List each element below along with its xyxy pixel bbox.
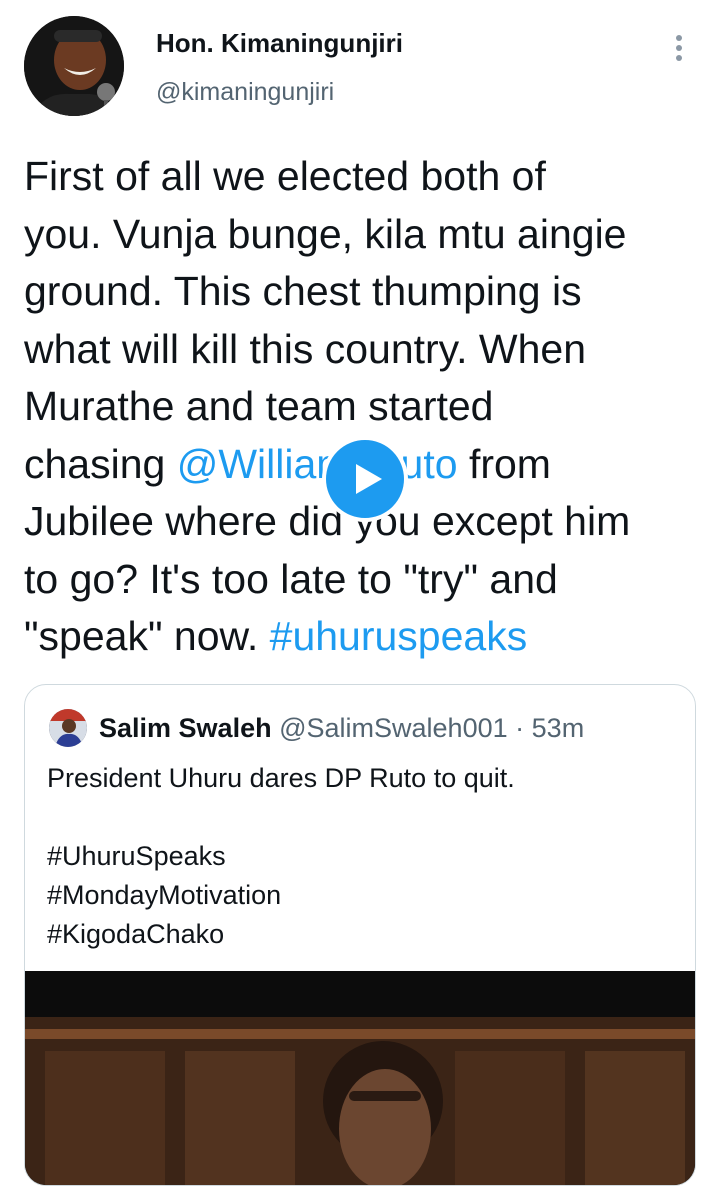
quoted-hashtag[interactable]: #MondayMotivation xyxy=(47,876,677,915)
quoted-line xyxy=(47,798,677,837)
mention-link[interactable]: @WilliamsRuto xyxy=(177,441,458,487)
tweet-line: "speak" now. #uhuruspeaks xyxy=(24,608,704,666)
video-thumbnail[interactable] xyxy=(25,971,695,1185)
tweet-text-segment: "speak" now. xyxy=(24,613,270,659)
tweet-text-segment: from xyxy=(457,440,551,487)
tweet-line: ground. This chest thumping is xyxy=(24,268,582,314)
quoted-tweet[interactable]: Salim Swaleh @SalimSwaleh001 · 53m Presi… xyxy=(24,684,696,1186)
tweet-line: Murathe and team started xyxy=(24,383,494,429)
author-name[interactable]: Hon. Kimaningunjiri xyxy=(156,28,403,59)
quoted-author-name[interactable]: Salim Swaleh xyxy=(99,713,272,743)
quoted-author-handle[interactable]: @SalimSwaleh001 xyxy=(279,713,508,743)
tweet-header: Hon. Kimaningunjiri @kimaningunjiri xyxy=(0,0,718,130)
play-icon[interactable] xyxy=(322,436,408,522)
hashtag-link[interactable]: #uhuruspeaks xyxy=(270,613,528,659)
tweet-line: to go? It's too late to "try" and xyxy=(24,555,558,602)
quoted-author-avatar[interactable] xyxy=(49,709,87,747)
separator-dot: · xyxy=(515,713,525,743)
quoted-timestamp[interactable]: 53m xyxy=(532,713,585,743)
quoted-hashtag[interactable]: #KigodaChako xyxy=(47,915,677,954)
quoted-body: President Uhuru dares DP Ruto to quit. #… xyxy=(47,759,677,954)
quoted-header: Salim Swaleh @SalimSwaleh001 · 53m xyxy=(99,709,584,747)
tweet-text-segment: chasing xyxy=(24,440,177,487)
tweet-line: First of all we elected both of xyxy=(24,153,546,199)
tweet-line: you. Vunja bunge, kila mtu aingie xyxy=(24,210,627,257)
tweet-line: what will kill this country. When xyxy=(24,325,587,372)
author-avatar[interactable] xyxy=(24,16,124,116)
more-vertical-icon[interactable] xyxy=(664,30,694,70)
tweet-body: First of all we elected both of you. Vun… xyxy=(24,148,704,666)
author-handle[interactable]: @kimaningunjiri xyxy=(156,78,334,107)
quoted-hashtag[interactable]: #UhuruSpeaks xyxy=(47,837,677,876)
quoted-line: President Uhuru dares DP Ruto to quit. xyxy=(47,763,515,793)
